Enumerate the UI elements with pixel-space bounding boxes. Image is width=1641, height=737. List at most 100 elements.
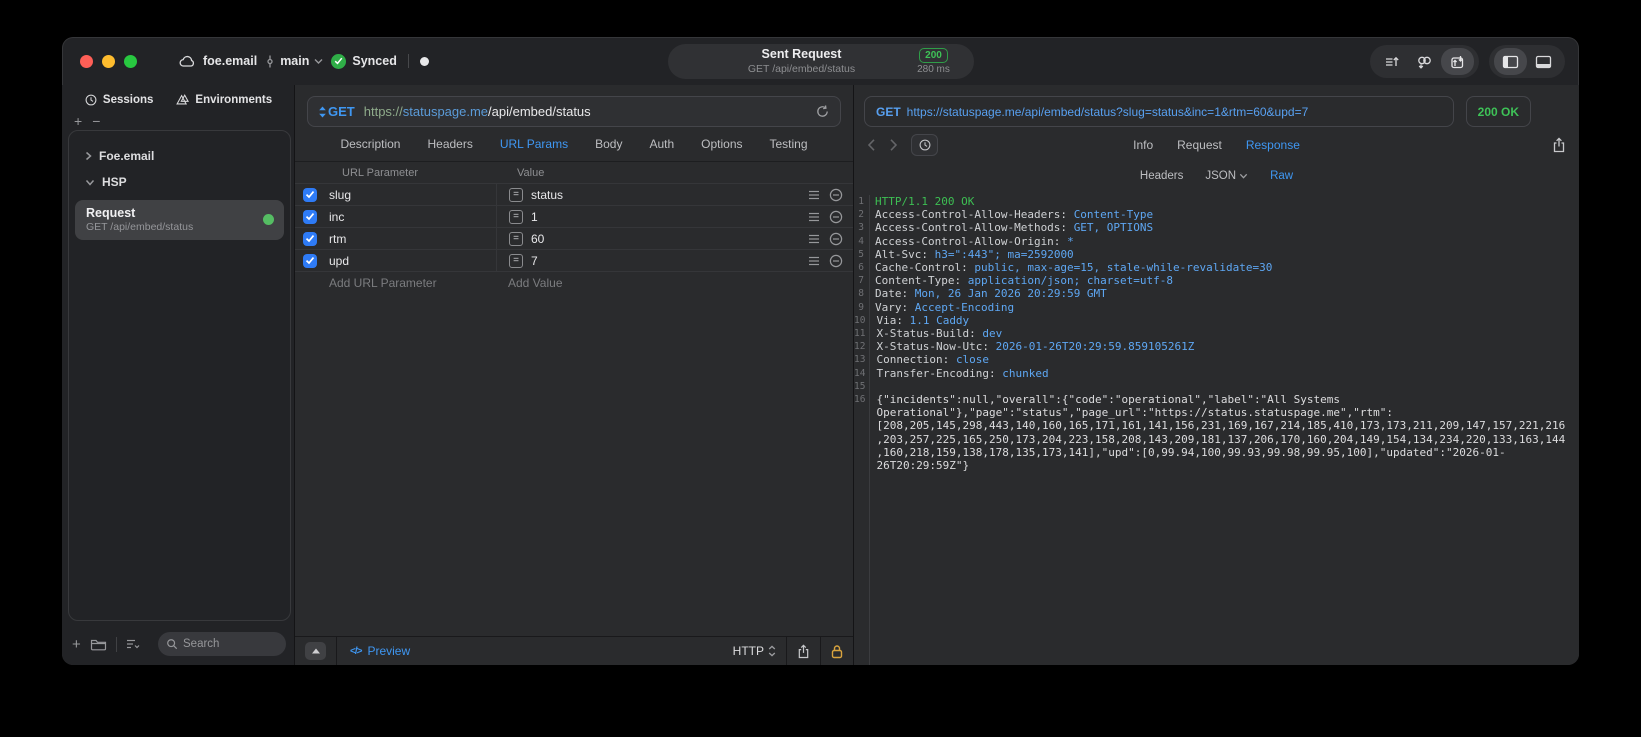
request-tab-testing[interactable]: Testing [770,137,808,151]
resend-button[interactable] [815,104,830,119]
param-name[interactable]: rtm [329,232,496,246]
minimize-button[interactable] [102,54,115,68]
branch-selector[interactable]: main [264,54,324,69]
code-line: 7 Content-Type: application/json; charset… [858,274,1174,288]
status-code-badge: 200 [919,48,948,63]
response-tab-info[interactable]: Info [1133,138,1153,152]
preview-button[interactable]: </> Preview [350,644,410,658]
list-upload-icon [1385,56,1399,66]
equals-badge: = [509,231,523,246]
param-name[interactable]: slug [329,188,496,202]
equals-badge: = [509,209,523,224]
toggle-bottom-panel-button[interactable] [1527,48,1560,75]
raw-response-view: 1 HTTP/1.1 200 OK 2 Access-Control-Allow-He… [854,195,1579,665]
add-session-button[interactable]: + [74,114,82,130]
method-selector[interactable]: GET [318,104,355,119]
nav-forward-button[interactable] [889,138,898,152]
param-name[interactable]: upd [329,254,496,268]
request-url-bar[interactable]: GET https://statuspage.me/api/embed/stat… [307,96,841,127]
request-tab-auth[interactable]: Auth [649,137,674,151]
branch-name: main [280,54,310,68]
remove-session-button[interactable]: − [92,114,100,130]
param-value[interactable]: 60 [531,232,544,246]
sort-filter-button[interactable] [126,638,140,650]
sent-request-pill[interactable]: Sent Request GET /api/embed/status 200 2… [667,44,974,79]
code-line: 16 {"incidents":null,"overall":{"code":"o… [854,393,1566,473]
response-url: https://statuspage.me/api/embed/status?s… [906,104,1309,119]
stepper-icon [768,645,776,657]
param-value[interactable]: 7 [531,254,538,268]
code-line: 4 Access-Control-Allow-Origin: * [858,234,1074,248]
remove-row-button[interactable] [829,188,843,202]
response-status-badge: 200 OK [1465,96,1531,127]
history-button[interactable] [911,134,938,156]
divider [115,636,117,652]
divider [407,54,409,68]
import-export-button[interactable] [1441,48,1474,75]
sidebar-tab-environments[interactable]: Environments [175,93,272,107]
lock-button[interactable] [831,644,843,659]
param-value[interactable]: status [531,188,563,202]
new-request-button[interactable]: + [72,636,81,653]
request-status-dot [263,214,274,225]
toggle-sidebar-button[interactable] [1494,48,1527,75]
code-line: 9 Vary: Accept-Encoding [858,300,1015,314]
project-name[interactable]: foe.email [203,54,257,68]
search-input[interactable] [183,638,273,650]
row-menu-icon[interactable] [808,234,820,244]
nav-back-button[interactable] [867,138,876,152]
export-response-button[interactable] [1552,137,1566,153]
request-list-button[interactable] [1375,48,1408,75]
tree-item-foe-email[interactable]: Foe.email [69,143,290,169]
new-folder-button[interactable] [90,637,107,651]
add-param-name[interactable]: Add URL Parameter [295,276,488,290]
param-name[interactable]: inc [329,210,496,224]
param-value[interactable]: 1 [531,210,538,224]
sidebar-search[interactable] [158,632,286,656]
response-url-field[interactable]: GET https://statuspage.me/api/embed/stat… [864,96,1454,127]
share-request-button[interactable] [797,644,810,659]
row-menu-icon[interactable] [808,190,820,200]
row-menu-icon[interactable] [808,256,820,266]
response-tab-response[interactable]: Response [1246,138,1300,152]
sent-request-title: Sent Request [761,47,842,62]
request-tabs: Description Headers URL Params Body Auth Opti… [295,127,853,162]
remove-row-button[interactable] [829,254,843,268]
method-label: GET [328,104,355,119]
request-tab-options[interactable]: Options [701,137,742,151]
record-indicator-icon[interactable] [419,56,429,66]
param-checkbox[interactable] [303,187,317,202]
search-icon [167,639,178,650]
request-tab-url-params[interactable]: URL Params [500,137,568,151]
code-line: 2 Access-Control-Allow-Headers: Content-T… [858,208,1154,222]
response-subtab-raw[interactable]: Raw [1270,170,1293,182]
sidebar-tab-sessions[interactable]: Sessions [84,93,153,107]
response-tab-request[interactable]: Request [1177,138,1222,152]
close-button[interactable] [80,54,93,68]
sidebar: Sessions Environments + − Foe.email HSP … [62,85,295,665]
request-tab-description[interactable]: Description [340,137,400,151]
sync-status[interactable]: Synced [331,53,397,69]
request-item[interactable]: Request GET /api/embed/status [75,200,284,240]
response-tabs: Info Request Response [1133,138,1300,152]
request-url[interactable]: https://statuspage.me/api/embed/status [358,104,591,119]
response-subtab-json[interactable]: JSON [1205,170,1248,182]
pull-changes-button[interactable] [1408,48,1441,75]
clock-icon [919,139,930,151]
zoom-button[interactable] [124,54,137,68]
request-tab-headers[interactable]: Headers [427,137,472,151]
param-checkbox[interactable] [303,209,317,224]
param-checkbox[interactable] [303,231,317,246]
request-tab-body[interactable]: Body [595,137,622,151]
protocol-selector[interactable]: HTTP [733,644,776,658]
row-menu-icon[interactable] [808,212,820,222]
share-icon [1553,137,1565,153]
add-param-value[interactable]: Add Value [488,276,563,290]
remove-row-button[interactable] [829,232,843,246]
tree-item-hsp[interactable]: HSP [69,169,290,195]
param-checkbox[interactable] [303,253,317,268]
response-subtab-headers[interactable]: Headers [1140,170,1183,182]
remove-row-button[interactable] [829,210,843,224]
collapse-editor-button[interactable] [305,642,326,660]
triangle-up-icon [311,648,320,654]
